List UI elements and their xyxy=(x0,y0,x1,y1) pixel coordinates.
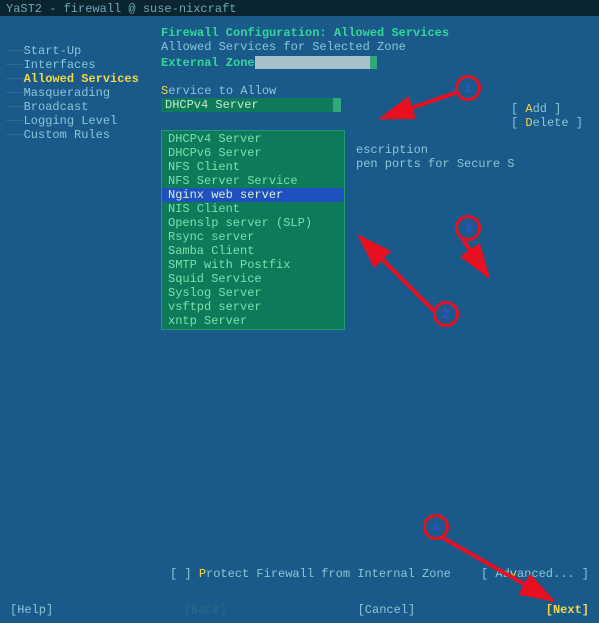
checkbox-box: [ ] xyxy=(170,567,199,581)
service-to-allow-label: Service to Allow xyxy=(161,84,593,98)
annotation-circle-1: 1 xyxy=(455,75,481,101)
help-button[interactable]: [Help] xyxy=(10,603,53,617)
tree-dash-icon: ─── xyxy=(6,128,22,142)
content-area: Firewall Configuration: Allowed Services… xyxy=(161,26,593,576)
tree-dash-icon: ─── xyxy=(6,72,22,86)
dropdown-item[interactable]: DHCPv6 Server xyxy=(162,146,344,160)
description-title: escription xyxy=(356,143,514,157)
dropdown-item[interactable]: NFS Server Service xyxy=(162,174,344,188)
dropdown-item[interactable]: Samba Client xyxy=(162,244,344,258)
label-text: ervice to Allow xyxy=(168,84,276,98)
label-text: dd ] xyxy=(533,102,562,116)
service-dropdown-list[interactable]: DHCPv4 ServerDHCPv6 ServerNFS ClientNFS … xyxy=(161,130,345,330)
sidebar-item-label: Logging Level xyxy=(24,114,118,128)
footer-buttons: [Help] [Back] [Cancel] [Next] xyxy=(0,603,599,617)
sidebar-item-interfaces[interactable]: ───Interfaces xyxy=(6,58,161,72)
zone-dropdown[interactable] xyxy=(255,56,370,69)
label-text: anced... ] xyxy=(517,567,589,581)
page-subtitle: Allowed Services for Selected Zone xyxy=(161,40,593,54)
tree-dash-icon: ─── xyxy=(6,100,22,114)
annotation-circle-4: 4 xyxy=(423,514,449,540)
dropdown-item[interactable]: vsftpd server xyxy=(162,300,344,314)
dropdown-item[interactable]: Nginx web server xyxy=(162,188,344,202)
tree-dash-icon: ─── xyxy=(6,58,22,72)
annotation-circle-3: 3 xyxy=(455,215,481,241)
hotkey: A xyxy=(525,102,532,116)
zone-label: External Zone xyxy=(161,56,255,70)
tree-dash-icon: ─── xyxy=(6,44,22,58)
label-text: elete ] xyxy=(533,116,583,130)
label-text: rotect Firewall from Internal Zone xyxy=(206,567,451,581)
dropdown-item[interactable]: NFS Client xyxy=(162,160,344,174)
main-area: ───Start-Up ───Interfaces ───Allowed Ser… xyxy=(0,16,599,576)
protect-firewall-checkbox[interactable]: [ ] Protect Firewall from Internal Zone xyxy=(170,567,451,581)
sidebar-item-startup[interactable]: ───Start-Up xyxy=(6,44,161,58)
tree-dash-icon: ─── xyxy=(6,86,22,100)
next-button[interactable]: [Next] xyxy=(546,603,589,617)
chevron-down-icon[interactable] xyxy=(370,56,377,69)
back-button[interactable]: [Back] xyxy=(184,603,227,617)
dropdown-item[interactable]: xntp Server xyxy=(162,314,344,328)
hotkey: D xyxy=(525,116,532,130)
bracket: [ xyxy=(511,116,525,130)
label-text: [ Ad xyxy=(481,567,510,581)
add-button[interactable]: [ Add ] xyxy=(511,102,583,116)
dropdown-item[interactable]: Squid Service xyxy=(162,272,344,286)
sidebar-item-label: Masquerading xyxy=(24,86,110,100)
sidebar-item-label: Start-Up xyxy=(24,44,82,58)
tree-dash-icon: ─── xyxy=(6,114,22,128)
window-titlebar: YaST2 - firewall @ suse-nixcraft xyxy=(0,0,599,16)
dropdown-item[interactable]: SMTP with Postfix xyxy=(162,258,344,272)
annotation-circle-2: 2 xyxy=(433,301,459,327)
sidebar: ───Start-Up ───Interfaces ───Allowed Ser… xyxy=(6,26,161,576)
dropdown-item[interactable]: Openslp server (SLP) xyxy=(162,216,344,230)
hotkey: P xyxy=(199,567,206,581)
bracket: [ xyxy=(511,102,525,116)
dropdown-item[interactable]: DHCPv4 Server xyxy=(162,132,344,146)
sidebar-item-custom-rules[interactable]: ───Custom Rules xyxy=(6,128,161,142)
zone-row: External Zone xyxy=(161,56,593,70)
sidebar-item-label: Broadcast xyxy=(24,100,89,114)
advanced-button[interactable]: [ Advanced... ] xyxy=(481,567,589,581)
description-body: pen ports for Secure S xyxy=(356,157,514,171)
dropdown-item[interactable]: Rsync server xyxy=(162,230,344,244)
hotkey: v xyxy=(510,567,517,581)
sidebar-item-label: Interfaces xyxy=(24,58,96,72)
delete-button[interactable]: [ Delete ] xyxy=(511,116,583,130)
sidebar-item-label: Custom Rules xyxy=(24,128,110,142)
action-buttons: [ Add ] [ Delete ] xyxy=(511,102,583,130)
bottom-options: [ ] Protect Firewall from Internal Zone … xyxy=(170,567,589,581)
sidebar-item-allowed-services[interactable]: ───Allowed Services xyxy=(6,72,161,86)
sidebar-item-broadcast[interactable]: ───Broadcast xyxy=(6,100,161,114)
chevron-down-icon[interactable] xyxy=(333,98,341,112)
dropdown-item[interactable]: NIS Client xyxy=(162,202,344,216)
sidebar-item-label: Allowed Services xyxy=(24,72,139,86)
page-title: Firewall Configuration: Allowed Services xyxy=(161,26,593,40)
service-dropdown[interactable]: DHCPv4 Server xyxy=(161,98,341,112)
dropdown-item[interactable]: Syslog Server xyxy=(162,286,344,300)
description-area: escription pen ports for Secure S xyxy=(356,143,514,171)
sidebar-item-logging-level[interactable]: ───Logging Level xyxy=(6,114,161,128)
cancel-button[interactable]: [Cancel] xyxy=(358,603,416,617)
service-dropdown-value: DHCPv4 Server xyxy=(161,98,333,112)
sidebar-item-masquerading[interactable]: ───Masquerading xyxy=(6,86,161,100)
